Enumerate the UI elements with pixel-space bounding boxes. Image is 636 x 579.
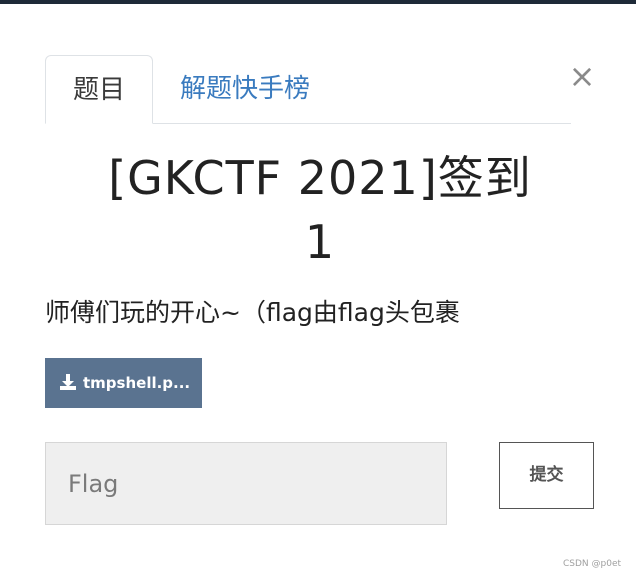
challenge-description: 师傅们玩的开心~（flag由flag头包裹 <box>45 298 460 327</box>
watermark: CSDN @p0et <box>563 559 622 569</box>
submit-button[interactable]: 提交 <box>499 442 594 509</box>
tab-solves-leaderboard[interactable]: 解题快手榜 <box>180 55 310 123</box>
flag-input[interactable] <box>45 442 447 525</box>
tab-challenge[interactable]: 题目 <box>45 55 153 124</box>
challenge-title-name: [GKCTF 2021]签到 <box>108 151 532 205</box>
challenge-title-value: 1 <box>304 215 336 269</box>
download-file-button[interactable]: tmpshell.p... <box>45 358 202 408</box>
download-file-label: tmpshell.p... <box>83 374 191 392</box>
download-icon <box>60 373 76 390</box>
modal-tabs: 题目 解题快手榜 <box>45 55 571 124</box>
backdrop-strip <box>0 0 636 4</box>
close-icon[interactable]: × <box>568 60 596 92</box>
challenge-modal: 题目 解题快手榜 × [GKCTF 2021]签到 1 师傅们玩的开心~（fla… <box>0 0 636 579</box>
challenge-title: [GKCTF 2021]签到 1 <box>70 146 570 274</box>
